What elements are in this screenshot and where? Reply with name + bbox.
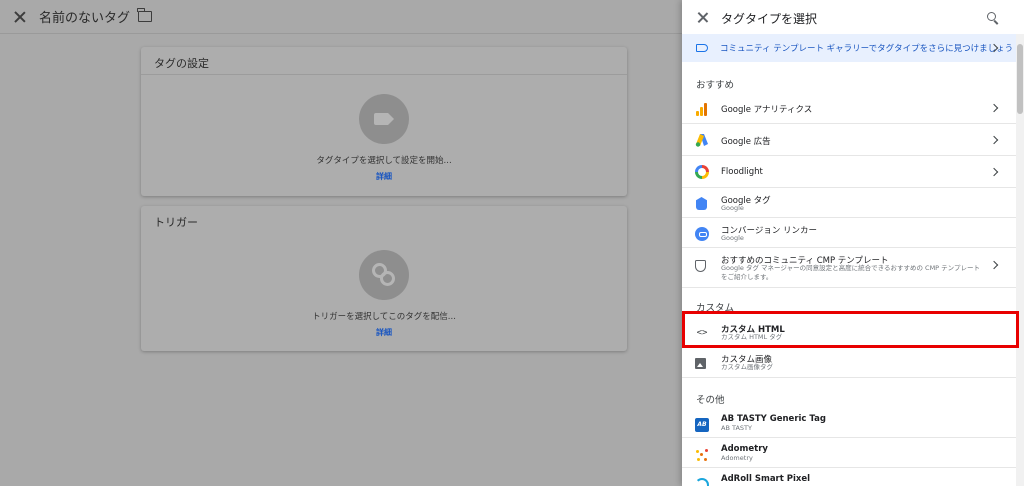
item-name: Google アナリティクス: [721, 105, 813, 115]
item-name: Floodlight: [721, 167, 763, 177]
item-subtitle: Adometry: [721, 454, 753, 462]
tag-name-title[interactable]: 名前のないタグ: [39, 7, 130, 26]
floodlight-icon: [695, 165, 709, 179]
trigger-placeholder-icon[interactable]: [359, 250, 409, 300]
search-icon[interactable]: [987, 12, 996, 21]
folder-icon[interactable]: [137, 8, 153, 22]
list-item[interactable]: Floodlight: [682, 156, 1016, 188]
list-item-custom-image[interactable]: カスタム画像 カスタム画像タグ: [682, 348, 1016, 378]
community-gallery-banner[interactable]: コミュニティ テンプレート ギャラリーでタグタイプをさらに見つけましょう: [682, 34, 1016, 62]
trigger-header: トリガー: [154, 216, 198, 229]
tag-config-header: タグの設定: [141, 47, 627, 75]
panel-scrollbar[interactable]: [1016, 34, 1024, 486]
list-item[interactable]: AdRoll Smart Pixel: [682, 468, 1016, 486]
panel-title: タグタイプを選択: [721, 12, 818, 26]
list-item[interactable]: Google タグ Google: [682, 188, 1016, 218]
ab-tasty-icon: AB: [695, 418, 709, 432]
list-item[interactable]: AB AB TASTY Generic Tag AB TASTY: [682, 408, 1016, 438]
list-item[interactable]: おすすめのコミュニティ CMP テンプレート Google タグ マネージャーの…: [682, 248, 1016, 288]
panel-header: タグタイプを選択: [682, 0, 1024, 34]
item-name: Adometry: [721, 444, 768, 454]
google-ads-icon: [695, 134, 708, 147]
list-item[interactable]: Adometry Adometry: [682, 438, 1016, 468]
section-featured: おすすめ: [696, 80, 735, 91]
item-subtitle: Google: [721, 204, 744, 212]
list-item[interactable]: Google アナリティクス: [682, 92, 1016, 124]
item-subtitle: カスタム画像タグ: [721, 363, 773, 371]
tag-placeholder-icon[interactable]: [359, 94, 409, 144]
item-name: Google 広告: [721, 137, 771, 147]
conversion-linker-icon: [695, 227, 709, 241]
list-item[interactable]: コンバージョン リンカー Google: [682, 218, 1016, 248]
item-subtitle: AB TASTY: [721, 424, 752, 432]
item-name: AdRoll Smart Pixel: [721, 474, 811, 484]
list-item[interactable]: Google 広告: [682, 124, 1016, 156]
item-name: AB TASTY Generic Tag: [721, 414, 826, 424]
trigger-learn-more-link[interactable]: 詳細: [141, 327, 627, 338]
image-icon: [695, 358, 706, 369]
chevron-right-icon: [989, 135, 999, 145]
banner-text: コミュニティ テンプレート ギャラリーでタグタイプをさらに見つけましょう: [720, 44, 1014, 54]
close-icon[interactable]: [13, 10, 27, 24]
item-subtitle: Google: [721, 234, 744, 242]
chevron-right-icon: [989, 103, 999, 113]
chevron-right-icon: [989, 260, 999, 270]
chevron-right-icon: [989, 167, 999, 177]
shield-icon: [695, 260, 706, 272]
close-panel-icon[interactable]: [697, 12, 708, 23]
section-other: その他: [696, 395, 725, 406]
google-analytics-icon: [695, 102, 709, 116]
tag-outline-icon: [696, 44, 708, 52]
trigger-card[interactable]: トリガー トリガーを選択してこのタグを配信... 詳細: [141, 206, 627, 351]
tag-learn-more-link[interactable]: 詳細: [141, 171, 627, 182]
adroll-icon: [695, 478, 709, 486]
tag-config-hint: タグタイプを選択して設定を開始...: [316, 156, 452, 166]
tag-config-card[interactable]: タグの設定 タグタイプを選択して設定を開始... 詳細: [141, 47, 627, 196]
trigger-hint: トリガーを選択してこのタグを配信...: [312, 312, 456, 322]
tag-type-panel: タグタイプを選択 コミュニティ テンプレート ギャラリーでタグタイプをさらに見つ…: [682, 0, 1024, 486]
google-tag-icon: [696, 197, 707, 210]
adometry-icon: [695, 448, 709, 462]
item-subtitle: Google タグ マネージャーの同意設定と高度に統合できるおすすめの CMP …: [721, 264, 980, 281]
scrollbar-thumb[interactable]: [1017, 44, 1023, 114]
editor-topbar: 名前のないタグ: [0, 0, 682, 34]
highlight-box: [682, 311, 1019, 348]
